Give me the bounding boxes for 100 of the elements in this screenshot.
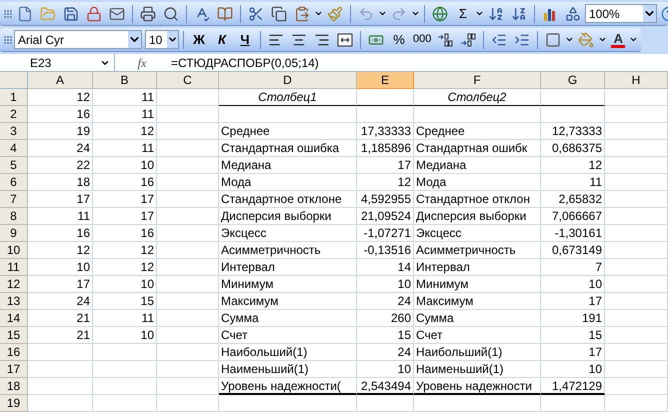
row-header[interactable]: 12 xyxy=(0,276,28,293)
caret-icon[interactable] xyxy=(598,35,608,44)
table-cell: 2,65832 xyxy=(541,191,605,208)
table-cell: Асимметричность xyxy=(219,242,357,259)
table-cell xyxy=(157,106,219,123)
autosum-button[interactable]: Σ xyxy=(452,2,474,24)
table-cell: 17 xyxy=(93,191,157,208)
table-cell: -1,07271 xyxy=(357,225,414,242)
column-header[interactable]: C xyxy=(157,72,219,89)
zoom-dropdown[interactable]: 100% xyxy=(585,4,657,23)
caret-icon[interactable] xyxy=(314,9,323,18)
table-cell xyxy=(605,89,668,106)
row-header[interactable]: 13 xyxy=(0,293,28,310)
table-cell: 12 xyxy=(93,259,157,276)
column-header[interactable]: G xyxy=(541,72,605,89)
function-button[interactable]: fx xyxy=(115,54,169,72)
caret-icon[interactable] xyxy=(475,9,484,18)
row-header[interactable]: 19 xyxy=(0,395,28,412)
formula-field[interactable]: =СТЮДРАСПОБР(0,05;14) xyxy=(169,54,319,72)
table-cell: 11 xyxy=(93,310,157,327)
caret-icon[interactable] xyxy=(629,35,638,44)
caret-icon[interactable] xyxy=(128,31,141,48)
table-cell: 10 xyxy=(93,276,157,293)
table-cell xyxy=(93,395,157,412)
table-cell xyxy=(605,157,668,174)
table-cell xyxy=(157,276,219,293)
caret-icon[interactable] xyxy=(378,9,387,18)
table-cell: 17 xyxy=(357,157,414,174)
table-cell: Медиана xyxy=(219,157,357,174)
row-header[interactable]: 18 xyxy=(0,378,28,395)
table-cell: Счет xyxy=(414,327,541,344)
table-cell xyxy=(605,395,668,412)
table-cell: 17 xyxy=(93,208,157,225)
column-header[interactable]: D xyxy=(219,72,357,89)
underline-button[interactable]: Ч xyxy=(234,28,256,50)
row-header[interactable]: 7 xyxy=(0,191,28,208)
table-cell xyxy=(357,106,414,123)
row-header[interactable]: 15 xyxy=(0,327,28,344)
row-header[interactable]: 3 xyxy=(0,123,28,140)
table-cell: 16 xyxy=(93,174,157,191)
table-cell: 12 xyxy=(541,157,605,174)
table-cell: Уровень надежности( xyxy=(219,378,357,395)
font-dropdown[interactable]: Arial Cyr xyxy=(14,30,142,49)
caret-icon[interactable] xyxy=(565,35,574,44)
table-cell: 191 xyxy=(541,310,605,327)
table-cell xyxy=(157,191,219,208)
row-header[interactable]: 6 xyxy=(0,174,28,191)
row-header[interactable]: 9 xyxy=(0,225,28,242)
table-cell: 7 xyxy=(541,259,605,276)
table-cell: 21,09524 xyxy=(357,208,414,225)
table-cell xyxy=(157,157,219,174)
caret-icon[interactable] xyxy=(643,5,656,22)
toolbar-grip-icon[interactable] xyxy=(3,34,13,44)
table-cell xyxy=(357,395,414,412)
table-cell: Уровень надежности xyxy=(414,378,541,395)
table-cell: 12 xyxy=(28,242,93,259)
column-header[interactable]: A xyxy=(28,72,93,89)
font-size-dropdown[interactable]: 10 xyxy=(145,30,179,49)
table-cell: 16 xyxy=(28,225,93,242)
table-cell: Стандартное отклоне xyxy=(219,191,357,208)
toolbar-grip-icon[interactable] xyxy=(3,8,13,18)
bold-button[interactable]: Ж xyxy=(188,28,210,50)
row-header[interactable]: 17 xyxy=(0,361,28,378)
table-cell: 21 xyxy=(28,327,93,344)
table-cell xyxy=(93,378,157,395)
row-header[interactable]: 5 xyxy=(0,157,28,174)
table-cell xyxy=(157,174,219,191)
table-cell xyxy=(157,293,219,310)
table-cell xyxy=(541,106,605,123)
row-header[interactable]: 14 xyxy=(0,310,28,327)
row-header[interactable]: 8 xyxy=(0,208,28,225)
italic-button[interactable]: К xyxy=(211,28,233,50)
row-header[interactable]: 11 xyxy=(0,259,28,276)
row-header[interactable]: 1 xyxy=(0,89,28,106)
table-cell xyxy=(28,361,93,378)
table-cell xyxy=(157,310,219,327)
table-cell: Наименьший(1) xyxy=(219,361,357,378)
table-cell: 16 xyxy=(93,225,157,242)
row-header[interactable]: 2 xyxy=(0,106,28,123)
percent-button[interactable]: % xyxy=(388,28,410,50)
table-cell: 17,33333 xyxy=(357,123,414,140)
table-cell: 0,686375 xyxy=(541,140,605,157)
row-header[interactable]: 4 xyxy=(0,140,28,157)
column-header[interactable]: H xyxy=(605,72,668,89)
table-cell: Наименьший(1) xyxy=(414,361,541,378)
table-cell: 15 xyxy=(357,327,414,344)
row-header[interactable]: 16 xyxy=(0,344,28,361)
column-header[interactable]: E xyxy=(357,72,414,89)
table-cell xyxy=(157,89,219,106)
table-cell: 11 xyxy=(28,208,93,225)
row-header[interactable]: 10 xyxy=(0,242,28,259)
table-cell: 21 xyxy=(28,310,93,327)
table-cell: 24 xyxy=(357,293,414,310)
font-color-button[interactable]: A xyxy=(608,28,628,50)
column-header[interactable]: F xyxy=(414,72,541,89)
caret-icon[interactable] xyxy=(411,9,420,18)
table-cell: Асимметричность xyxy=(414,242,541,259)
thousands-button[interactable]: 000 xyxy=(411,28,434,50)
column-header[interactable]: B xyxy=(93,72,157,89)
caret-icon[interactable] xyxy=(167,31,178,48)
